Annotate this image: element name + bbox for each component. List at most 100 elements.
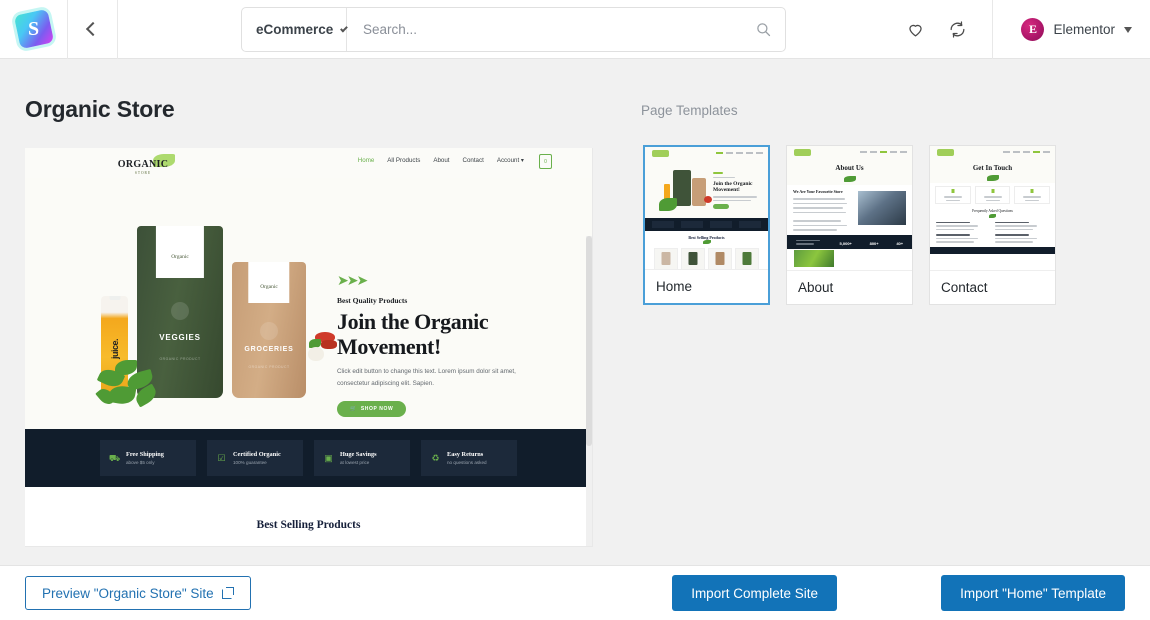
hero-shop-now-button[interactable]: 🛒 SHOP NOW (337, 400, 407, 417)
feature-subtitle: at lowest price (340, 459, 370, 465)
hero-title: Join the Organic Movement! (337, 309, 552, 359)
feature-item: ⛟ Free Shipping above $5 only (100, 440, 196, 476)
feature-item: ▣ Huge Savings at lowest price (314, 440, 410, 476)
feature-subtitle: above $5 only (126, 459, 155, 465)
preview-site-button[interactable]: Preview "Organic Store" Site (25, 576, 251, 610)
mini-about-footer-image (787, 249, 912, 270)
avatar: E (1021, 18, 1045, 41)
template-thumbnail-about: About Us We Are Your Favourite Store 5,0… (787, 146, 912, 270)
search-input[interactable] (347, 8, 741, 51)
mini-contact-box (1014, 186, 1051, 204)
logo-letter: S (27, 18, 40, 40)
certificate-icon: ☑ (217, 452, 226, 463)
external-link-icon (221, 587, 234, 599)
preview-hero: juice. Organic VEGGIES ORGANIC PRODUCT O… (25, 178, 592, 429)
user-name: Elementor (1053, 22, 1115, 37)
category-dropdown[interactable]: eCommerce (242, 8, 348, 51)
mini-stats-bar: 5,000+ 800+ 40+ (787, 235, 912, 249)
mini-stat-value: 5,000+ (839, 240, 852, 246)
mini-hero-heading: Join the Organic Movement! (713, 181, 753, 194)
preview-logo-subtext: STORE (134, 171, 152, 175)
pouch-seal-icon (171, 301, 189, 320)
template-card-contact[interactable]: Get In Touch Frequently Asked Questions (929, 145, 1056, 305)
hero-product-image: juice. Organic VEGGIES ORGANIC PRODUCT O… (91, 224, 341, 424)
preview-site-logo: ORGANIC STORE (107, 153, 179, 175)
mini-product-image (659, 170, 712, 212)
hero-text-block: ➤➤➤ Best Quality Products Join the Organ… (337, 273, 552, 417)
preview-nav-contact[interactable]: Contact (462, 157, 483, 164)
mini-site-about: About Us We Are Your Favourite Store 5,0… (787, 146, 912, 270)
import-home-template-button[interactable]: Import "Home" Template (941, 575, 1125, 611)
leaf-icon (652, 150, 669, 157)
mini-navbar (787, 146, 912, 159)
mini-site-home: Join the Organic Movement! Best Selling … (645, 147, 768, 269)
preview-feature-bar: ⛟ Free Shipping above $5 only ☑ Certifie… (25, 429, 592, 487)
mini-page-title: About Us (787, 159, 912, 185)
preview-nav-all-products[interactable]: All Products (387, 157, 420, 164)
brand-logo-cell[interactable]: S (0, 0, 68, 59)
preview-logo-text: ORGANIC (117, 158, 169, 170)
import-site-label: Import Complete Site (691, 585, 818, 601)
template-card-home[interactable]: Join the Organic Movement! Best Selling … (643, 145, 770, 305)
feature-title: Huge Savings (340, 451, 377, 459)
search-icon[interactable] (741, 8, 785, 51)
mini-subheading: We Are Your Favourite Store (793, 189, 843, 194)
mini-nav (716, 152, 763, 154)
template-label-home: Home (645, 269, 768, 303)
mini-contact-boxes (930, 183, 1055, 204)
basil-leaves (95, 360, 171, 418)
site-preview-panel[interactable]: ORGANIC STORE Home All Products About Co… (25, 148, 593, 547)
bottle-label: juice. (109, 339, 120, 360)
sync-icon[interactable] (936, 0, 978, 59)
hero-title-line1: Join the Organic (337, 309, 489, 334)
preview-nav-account[interactable]: Account ▾ (497, 157, 524, 164)
feature-subtitle: 100% guarantee (233, 459, 267, 465)
top-header: S eCommerce Search... E Elementor (0, 0, 1150, 59)
heart-icon[interactable] (894, 0, 936, 59)
mini-nav (860, 151, 907, 153)
preview-site-navbar: ORGANIC STORE Home All Products About Co… (25, 148, 592, 178)
mini-hero-text: Join the Organic Movement! (713, 172, 763, 210)
preview-nav-about[interactable]: About (433, 157, 449, 164)
hero-kicker: Best Quality Products (337, 296, 408, 305)
cart-icon: 🛒 (350, 405, 357, 412)
footer-bar: Preview "Organic Store" Site Import Comp… (0, 565, 1150, 620)
back-button[interactable] (68, 0, 118, 59)
mini-nav (1003, 151, 1050, 153)
s-logo-icon[interactable]: S (13, 8, 54, 50)
feature-subtitle: no questions asked (447, 459, 487, 465)
groceries-pouch: Organic GROCERIES ORGANIC PRODUCT (232, 262, 306, 398)
pouch-tag: Organic (155, 226, 205, 278)
user-menu[interactable]: E Elementor (992, 0, 1150, 59)
template-card-about[interactable]: About Us We Are Your Favourite Store 5,0… (786, 145, 913, 305)
preview-scrollbar[interactable] (586, 236, 592, 546)
cart-icon[interactable]: 0 (539, 154, 552, 169)
template-label-about: About (787, 270, 912, 304)
pouch-tag-text: Organic (260, 284, 278, 291)
header-actions: E Elementor (894, 0, 1150, 59)
avatar-letter: E (1028, 22, 1037, 36)
mini-best-selling: Best Selling Products (645, 231, 768, 269)
pouch-sub: ORGANIC PRODUCT (248, 365, 290, 370)
pouch-seal-icon (260, 321, 278, 340)
mini-feature-bar (645, 218, 768, 231)
mini-stat-value: 40+ (896, 240, 904, 246)
pouch-tag: Organic (248, 262, 290, 303)
caret-down-icon (1124, 26, 1132, 33)
hero-cta-label: SHOP NOW (360, 405, 394, 412)
mini-faq-heading: Frequently Asked Questions (972, 209, 1013, 213)
best-selling-heading: Best Selling Products (256, 519, 361, 531)
import-complete-site-button[interactable]: Import Complete Site (672, 575, 837, 611)
page-title: Organic Store (25, 96, 175, 122)
preview-nav-home[interactable]: Home (358, 157, 375, 164)
page-templates-label: Page Templates (641, 103, 738, 118)
mini-heading: Get In Touch (972, 164, 1013, 172)
truck-icon: ⛟ (108, 452, 121, 463)
template-label-contact: Contact (930, 270, 1055, 304)
scrollbar-thumb[interactable] (586, 236, 592, 446)
feature-title: Free Shipping (126, 451, 164, 459)
mini-contact-box (935, 186, 971, 204)
preview-nav-menu: Home All Products About Contact Account … (358, 157, 524, 164)
template-thumbnail-home: Join the Organic Movement! Best Selling … (645, 147, 768, 269)
pouch-tag-text: Organic (171, 254, 189, 261)
